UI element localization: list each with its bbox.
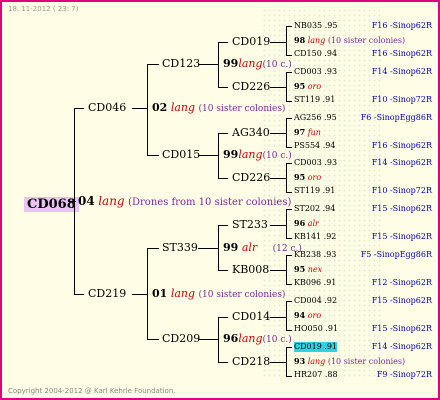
gen4-lineage-24: F9 -Sinop72R xyxy=(376,370,432,379)
gen4-lineage-4: F14 -Sinop62R xyxy=(371,67,432,76)
gen4-lineage-18: F12 -Sinop62R xyxy=(371,278,432,287)
gen4-row-12[interactable]: ST119 .91 xyxy=(294,186,335,196)
gen2-node-1[interactable]: CD123 xyxy=(162,58,200,70)
gen4-row-22-highlighted[interactable]: CD019 .91 xyxy=(294,342,338,352)
gen4-row-20: 94 oro xyxy=(294,310,322,320)
gen4-row-6[interactable]: ST119 .91 xyxy=(294,95,335,105)
gen4-row-23: 93 lang (10 sister colonies) xyxy=(294,356,406,366)
gen3-node-4[interactable]: CD226 xyxy=(232,172,270,184)
gen4-row-24[interactable]: HR207 .88 xyxy=(294,370,338,380)
gen4-row-10[interactable]: CD003 .93 xyxy=(294,158,337,168)
root-info: 04 lang (Drones from 10 sister colonies) xyxy=(78,194,292,208)
gen4-lineage-6: F10 -Sinop72R xyxy=(371,95,432,104)
gen4-lineage-15: F15 -Sinop62R xyxy=(371,232,432,241)
gen4-row-7[interactable]: AG256 .95 xyxy=(294,113,337,123)
timestamp: 18. 11-2012 ( 23: 7) xyxy=(8,5,79,13)
gen4-row-4[interactable]: CD003 .93 xyxy=(294,67,337,77)
gen4-row-18[interactable]: KB096 .91 xyxy=(294,278,336,288)
root-node[interactable]: CD068 xyxy=(24,193,79,213)
gen3-node-5[interactable]: ST233 xyxy=(232,219,268,231)
gen4-row-2: 98 lang (10 sister colonies) xyxy=(294,35,406,45)
gen2-info-2: 99lang(10 c.) xyxy=(223,148,292,162)
gen4-lineage-12: F10 -Sinop72R xyxy=(371,186,432,195)
gen3-node-1[interactable]: CD019 xyxy=(232,36,270,48)
gen3-node-7[interactable]: CD014 xyxy=(232,311,270,323)
gen4-lineage-22: F14 -Sinop62R xyxy=(371,342,432,351)
gen3-node-3[interactable]: AG340 xyxy=(232,127,270,139)
gen2-info-4: 96lang(10 c.) xyxy=(223,332,292,346)
gen4-row-9[interactable]: PS554 .94 xyxy=(294,141,335,151)
gen4-lineage-21: F15 -Sinop62R xyxy=(371,324,432,333)
gen2-info-1: 99lang(10 c.) xyxy=(223,57,292,71)
gen4-lineage-1: F16 -Sinop62R xyxy=(371,21,432,30)
gen1-node-1[interactable]: CD046 xyxy=(88,102,126,114)
gen4-row-15[interactable]: KB141 .92 xyxy=(294,232,336,242)
gen2-node-2[interactable]: CD015 xyxy=(162,149,200,161)
pedigree-frame: 18. 11-2012 ( 23: 7) CD068 04 lang (Dron… xyxy=(0,0,440,400)
gen1-info-1: 02 lang (10 sister colonies) xyxy=(152,101,286,115)
copyright-footer: Copyright 2004-2012 @ Karl Kehrle Founda… xyxy=(8,387,176,395)
gen3-node-2[interactable]: CD226 xyxy=(232,81,270,93)
gen1-info-2: 01 lang (10 sister colonies) xyxy=(152,287,286,301)
gen1-node-2[interactable]: CD219 xyxy=(88,288,126,300)
gen4-lineage-13: F15 -Sinop62R xyxy=(371,204,432,213)
gen3-node-8[interactable]: CD218 xyxy=(232,356,270,368)
gen4-row-16[interactable]: KB238 .93 xyxy=(294,250,336,260)
root-id[interactable]: CD068 xyxy=(24,197,79,212)
gen4-lineage-19: F15 -Sinop62R xyxy=(371,296,432,305)
gen4-lineage-3: F16 -Sinop62R xyxy=(371,49,432,58)
gen4-row-19[interactable]: CD004 .92 xyxy=(294,296,337,306)
gen4-row-13[interactable]: ST202 .94 xyxy=(294,204,335,214)
gen2-info-3: 99 alr (12 c.) xyxy=(223,241,302,255)
gen4-lineage-9: F16 -Sinop62R xyxy=(371,141,432,150)
gen4-row-21[interactable]: HO050 .91 xyxy=(294,324,338,334)
gen4-row-8: 97 fun xyxy=(294,127,321,137)
gen4-row-11: 95 oro xyxy=(294,172,322,182)
gen4-lineage-10: F14 -Sinop62R xyxy=(371,158,432,167)
gen2-node-3[interactable]: ST339 xyxy=(162,242,198,254)
gen4-row-1[interactable]: NB035 .95 xyxy=(294,21,337,31)
gen4-lineage-16: F5 -SinopEgg86R xyxy=(360,250,432,259)
gen2-node-4[interactable]: CD209 xyxy=(162,333,200,345)
gen3-node-6[interactable]: KB008 xyxy=(232,264,269,276)
gen4-row-3[interactable]: CD150 .94 xyxy=(294,49,337,59)
gen4-row-17: 95 nex xyxy=(294,264,323,274)
gen4-row-14: 96 alr xyxy=(294,218,319,228)
gen4-row-5: 95 oro xyxy=(294,81,322,91)
gen4-lineage-7: F6 -SinopEgg86R xyxy=(360,113,432,122)
